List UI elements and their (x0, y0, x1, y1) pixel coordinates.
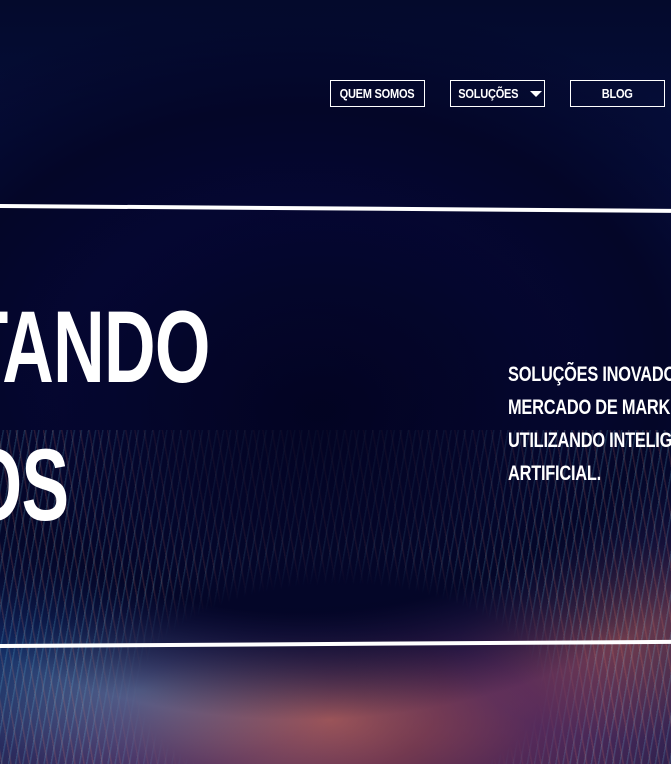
tagline-line: MERCADO DE MARKET (508, 396, 671, 419)
nav-quem-somos-label: QUEM SOMOS (340, 86, 415, 101)
caret-down-icon (529, 90, 542, 97)
tagline-line: UTILIZANDO INTELIGÊN (508, 429, 671, 452)
tagline-line: SOLUÇÕES INOVADORA (508, 363, 671, 386)
nav-blog-button[interactable]: BLOG (570, 80, 665, 107)
hero-tagline: SOLUÇÕES INOVADORA MERCADO DE MARKET UTI… (508, 358, 671, 490)
nav-blog-label: BLOG (602, 86, 633, 101)
nav-quem-somos-button[interactable]: QUEM SOMOS (330, 80, 425, 107)
hero-section: QUEM SOMOS SOLUÇÕES BLOG CTANDO OS SOLUÇ… (0, 0, 671, 764)
headline-line-2: OS (0, 428, 69, 542)
headline-line-1: CTANDO (0, 290, 211, 404)
nav-solucoes-dropdown[interactable]: SOLUÇÕES (450, 80, 545, 107)
main-navigation: QUEM SOMOS SOLUÇÕES BLOG (0, 80, 671, 107)
nav-solucoes-label: SOLUÇÕES (458, 86, 519, 101)
tagline-line: ARTIFICIAL. (508, 462, 601, 485)
